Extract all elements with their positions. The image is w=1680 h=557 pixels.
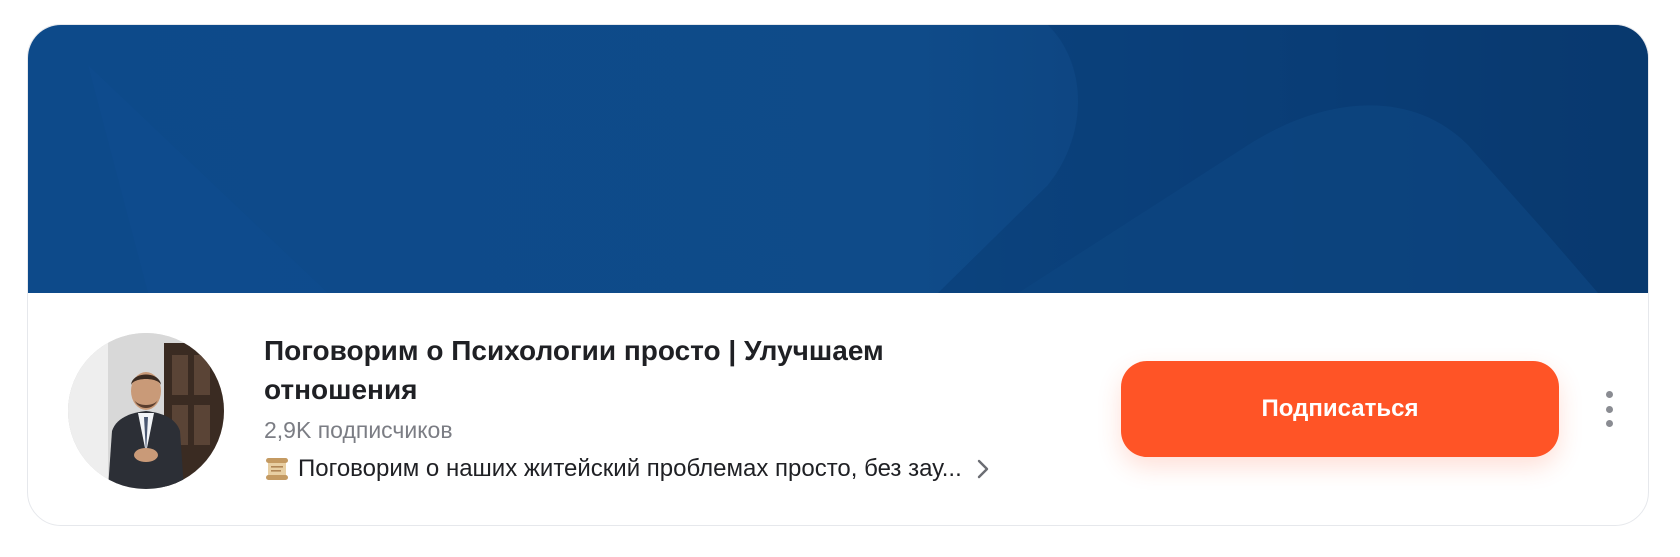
subscriber-count: 2,9K подписчиков <box>264 417 453 443</box>
more-dot <box>1605 405 1613 413</box>
scroll-icon <box>264 456 290 482</box>
subscribe-button[interactable]: Подписаться <box>1121 361 1559 457</box>
channel-avatar[interactable] <box>68 333 224 489</box>
more-dot <box>1605 391 1613 398</box>
description-text: Поговорим о наших житейский проблемах пр… <box>298 455 962 482</box>
channel-cover <box>28 25 1648 293</box>
chevron-right-icon <box>974 458 992 480</box>
cover-pattern <box>88 25 1648 293</box>
channel-card: Поговорим о Психологии просто | Улучшаем… <box>27 24 1649 526</box>
more-dot <box>1605 420 1613 427</box>
channel-description[interactable]: Поговорим о наших житейский проблемах пр… <box>264 452 992 486</box>
channel-title[interactable]: Поговорим о Психологии просто | Улучшаем… <box>264 331 984 409</box>
channel-info: Поговорим о Психологии просто | Улучшаем… <box>28 293 1648 525</box>
avatar-photo <box>68 333 224 489</box>
more-vertical-icon[interactable] <box>1600 385 1618 433</box>
